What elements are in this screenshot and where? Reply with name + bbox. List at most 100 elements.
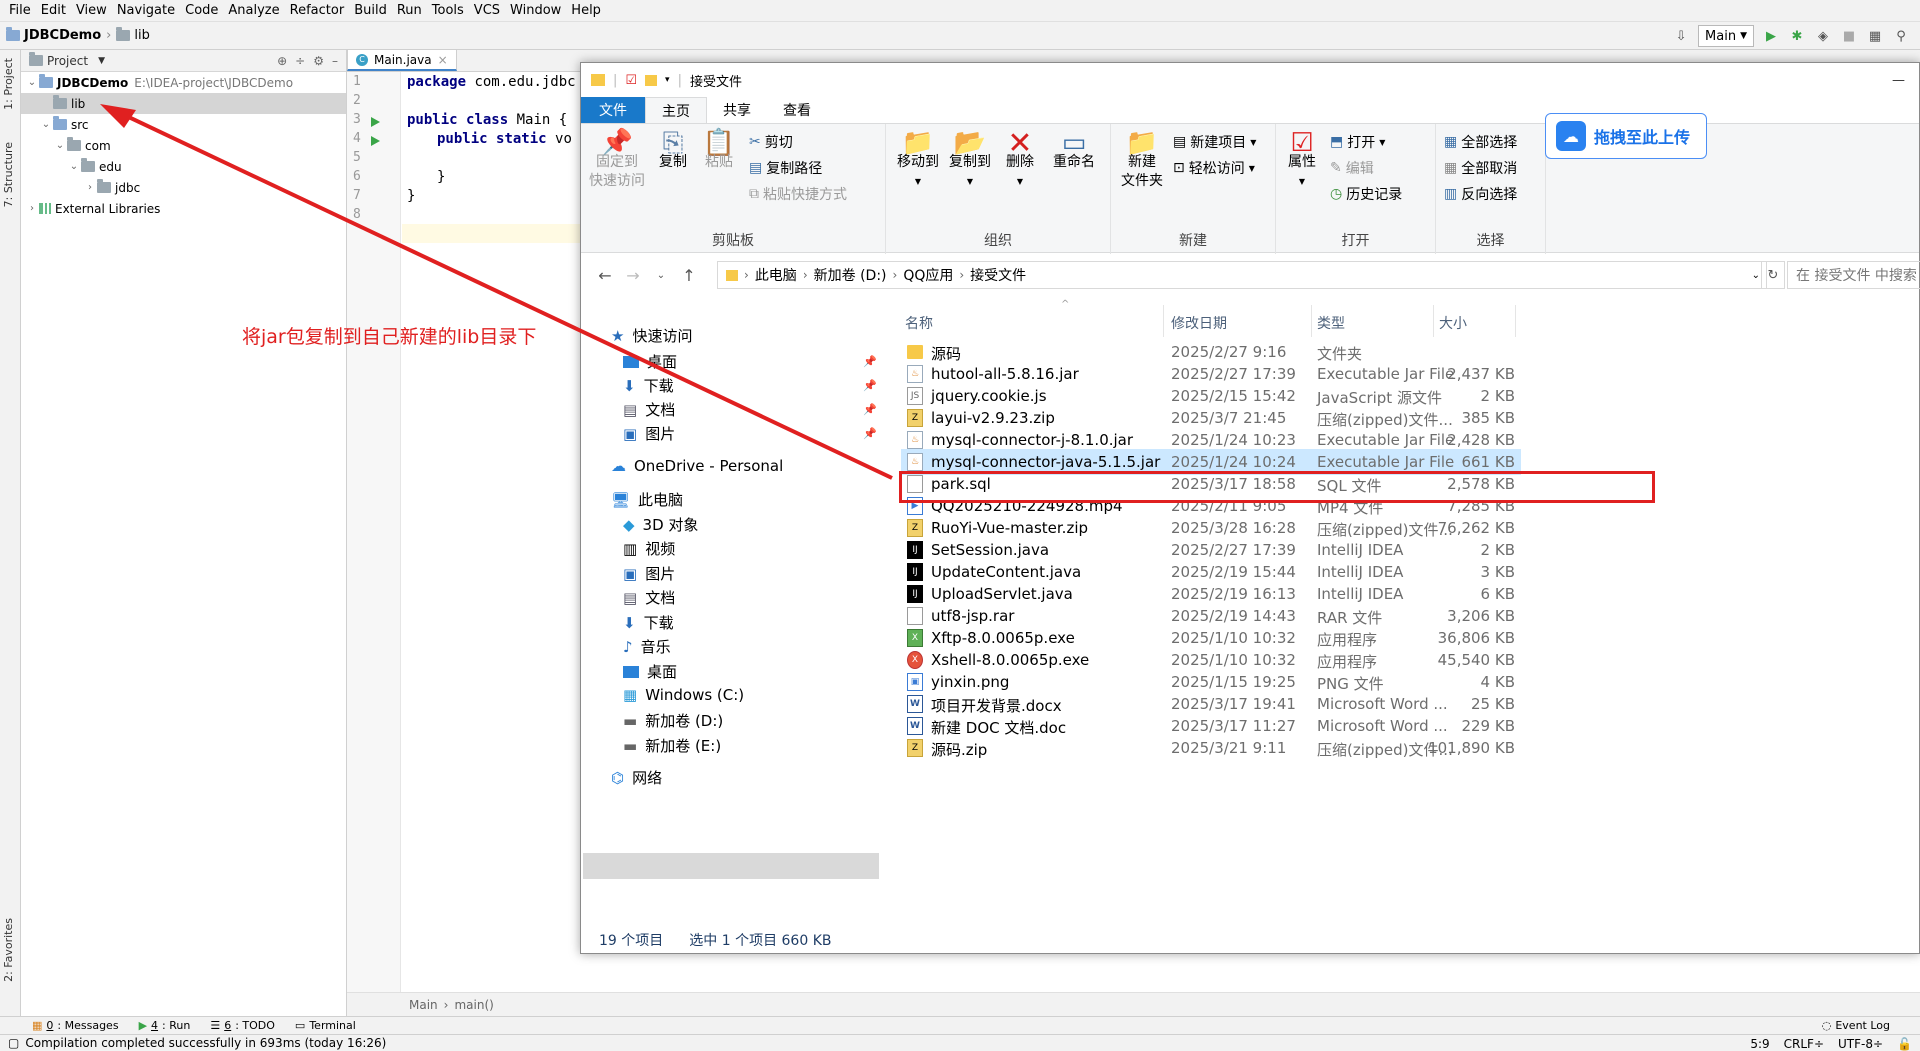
properties-icon[interactable]: ☑ [625,73,637,88]
nav-pictures[interactable]: ▣ 图片 [623,423,675,444]
select-none-button[interactable]: ▦ 全部取消 [1444,158,1517,178]
messages-tool-button[interactable]: ▦ 0: Messages [22,1019,129,1032]
chevron-down-icon[interactable]: ▾ [665,75,670,85]
event-log-button[interactable]: ◌ Event Log [1812,1019,1900,1032]
address-path[interactable]: › 此电脑 › 新加卷 (D:) › QQ应用 › 接受文件 ⌄ [717,261,1767,289]
run-gutter-icon[interactable] [371,117,380,127]
new-folder-icon[interactable] [645,74,658,86]
code-line[interactable]: public class Main { [407,112,567,128]
column-header-size[interactable]: 大小 [1439,313,1467,333]
menu-item-code[interactable]: Code [180,0,223,22]
gear-icon[interactable]: ⚙ [313,54,324,68]
properties-button[interactable]: ☑ 属性 ▼ [1282,130,1322,191]
file-encoding[interactable]: UTF-8÷ [1838,1037,1883,1051]
up-icon[interactable]: ↑ [675,266,703,285]
code-line[interactable]: } [407,188,415,204]
search-input[interactable]: 在 接受文件 中搜索 [1787,261,1920,289]
tab-share[interactable]: 共享 [707,97,767,123]
tab-view[interactable]: 查看 [767,97,827,123]
delete-button[interactable]: ✕ 删除 ▼ [1000,129,1040,191]
minimize-icon[interactable]: — [1892,73,1905,88]
tree-row-external-libraries[interactable]: › External Libraries [21,198,346,219]
column-divider[interactable] [1515,305,1516,337]
history-button[interactable]: ◷ 历史记录 [1330,184,1402,204]
run-icon[interactable]: ▶ [1762,27,1780,45]
collapse-arrow-icon[interactable]: › [83,182,97,193]
tree-row-project[interactable]: ⌄ JDBCDemo E:\IDEA-project\JDBCDemo [21,72,346,93]
collapse-icon[interactable]: ÷ [295,54,305,68]
paste-shortcut-button[interactable]: ⧉ 粘贴快捷方式 [749,184,847,204]
build-icon[interactable]: ⇩ [1672,27,1690,45]
terminal-tool-button[interactable]: ▭ Terminal [285,1019,366,1032]
column-header-date[interactable]: 修改日期 [1171,313,1227,333]
tree-row-src[interactable]: ⌄ src [21,114,346,135]
run-tool-button[interactable]: ▶ 4: Run [129,1019,201,1032]
nav-documents[interactable]: ▤ 文档 [623,399,675,420]
breadcrumb-project[interactable]: JDBCDemo [24,28,101,43]
column-header-name[interactable]: 名称 [905,313,933,333]
nav-downloads-pc[interactable]: ⬇ 下载 [623,612,674,633]
menu-item-analyze[interactable]: Analyze [223,0,284,22]
tree-row-jdbc[interactable]: › jdbc [21,177,346,198]
line-separator[interactable]: CRLF÷ [1784,1037,1824,1051]
path-segment[interactable]: 新加卷 (D:) [814,265,887,285]
menu-item-vcs[interactable]: VCS [469,0,505,22]
copy-path-button[interactable]: ▤ 复制路径 [749,158,822,178]
nav-documents-pc[interactable]: ▤ 文档 [623,587,675,608]
nav-onedrive[interactable]: ☁ OneDrive - Personal [611,457,783,475]
paste-button[interactable]: 📋 粘贴 [699,130,739,172]
nav-network[interactable]: ⌬ 网络 [611,767,662,788]
expand-icon[interactable]: ⌄ [53,140,67,151]
crumb-class[interactable]: Main [409,998,438,1012]
path-segment[interactable]: QQ应用 [903,265,953,285]
pin-quick-access-button[interactable]: 📌 固定到 快速访问 [587,130,647,191]
back-icon[interactable]: ← [591,266,619,285]
tab-main-java[interactable]: C Main.java × [347,49,457,71]
menu-item-run[interactable]: Run [392,0,427,22]
menu-item-file[interactable]: File [4,0,36,22]
favorites-tool-button[interactable]: 2: Favorites [2,918,15,982]
expand-icon[interactable]: ⌄ [39,119,53,130]
nav-desktop[interactable]: 桌面 [623,351,677,372]
project-panel-title[interactable]: Project [47,54,88,68]
open-button[interactable]: ⬒ 打开 ▼ [1330,132,1385,152]
new-item-button[interactable]: ▤ 新建项目 ▼ [1173,132,1256,152]
nav-drive-d[interactable]: ▬ 新加卷 (D:) [623,710,723,731]
copy-to-button[interactable]: 📂 复制到 ▼ [946,130,994,191]
code-line[interactable]: public static vo [437,131,572,147]
nav-desktop-pc[interactable]: 桌面 [623,661,677,682]
todo-tool-button[interactable]: ☰ 6: TODO [200,1019,285,1032]
tree-row-edu[interactable]: ⌄ edu [21,156,346,177]
menu-item-view[interactable]: View [71,0,112,22]
nav-3d-objects[interactable]: ◆ 3D 对象 [623,514,698,535]
hide-icon[interactable]: – [332,54,338,68]
recent-icon[interactable]: ⌄ [647,270,675,281]
expand-icon[interactable]: ⌄ [25,77,39,88]
run-config-select[interactable]: Main ▼ [1698,25,1754,47]
nav-drive-c[interactable]: ▦ Windows (C:) [623,686,744,704]
nav-downloads[interactable]: ⬇ 下载 [623,375,674,396]
edit-button[interactable]: ✎ 编辑 [1330,158,1374,178]
column-divider[interactable] [1311,305,1312,337]
forward-icon[interactable]: → [619,266,647,285]
structure-tool-button[interactable]: 7: Structure [2,142,15,207]
crumb-method[interactable]: main() [454,998,493,1012]
tree-row-com[interactable]: ⌄ com [21,135,346,156]
close-icon[interactable]: × [438,53,448,67]
file-row[interactable]: Z 源码.zip 2025/3/21 9:11 压缩(zipped)文件... 101,… [901,735,1521,761]
easy-access-button[interactable]: ⊡ 轻松访问 ▼ [1173,158,1255,178]
move-to-button[interactable]: 📁 移动到 ▼ [894,130,942,191]
menu-item-refactor[interactable]: Refactor [285,0,350,22]
menu-item-navigate[interactable]: Navigate [112,0,180,22]
debug-icon[interactable]: ✱ [1788,27,1806,45]
code-line[interactable]: } [437,169,445,185]
path-segment[interactable]: 接受文件 [970,265,1026,285]
run-gutter-icon[interactable] [371,136,380,146]
column-divider[interactable] [1433,305,1434,337]
stop-icon[interactable]: ■ [1840,27,1858,45]
new-folder-button[interactable]: 📁 新建 文件夹 [1117,130,1167,191]
tab-file[interactable]: 文件 [581,97,645,123]
search-icon[interactable]: ⚲ [1892,27,1910,45]
breadcrumb-folder[interactable]: lib [134,28,149,43]
cut-button[interactable]: ✂ 剪切 [749,132,793,152]
